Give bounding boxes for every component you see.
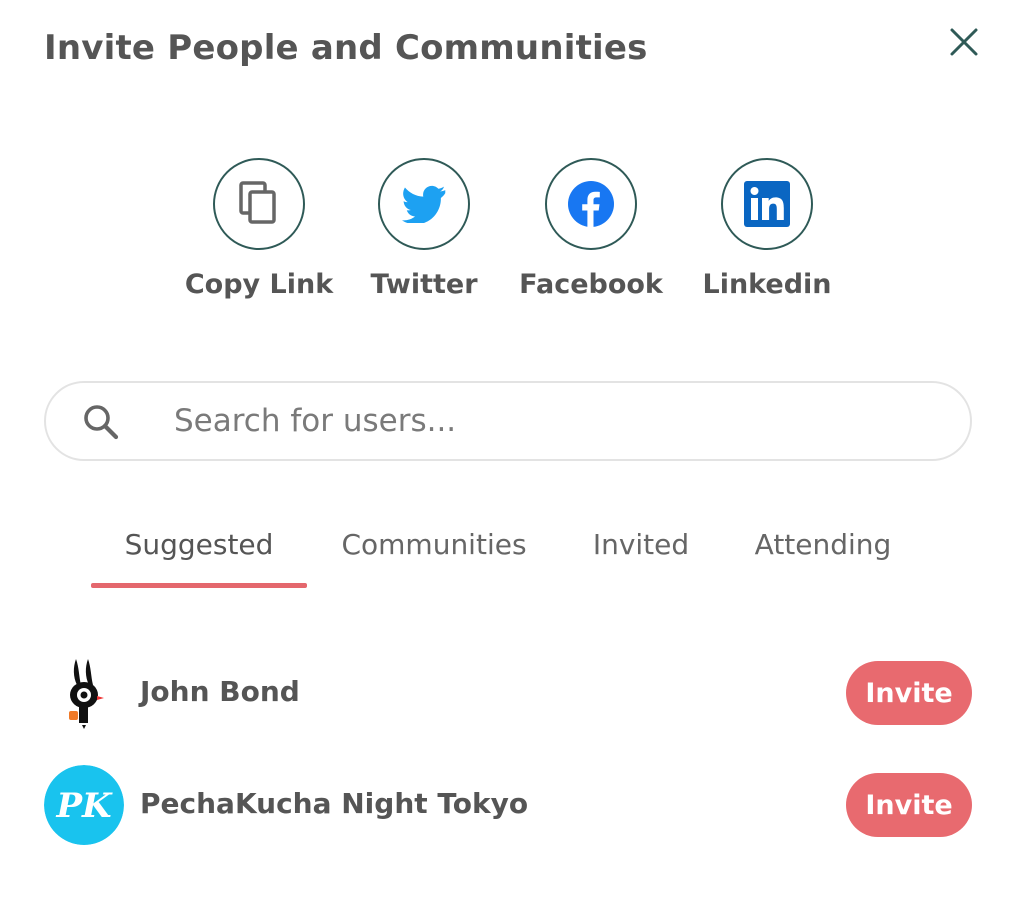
share-linkedin[interactable]: Linkedin: [687, 158, 847, 300]
user-name[interactable]: PechaKucha Night Tokyo: [140, 787, 528, 820]
close-button[interactable]: [944, 22, 984, 62]
invite-button[interactable]: Invite: [846, 773, 972, 837]
avatar[interactable]: PK: [44, 765, 124, 845]
twitter-icon: [402, 185, 446, 223]
facebook-icon: [568, 181, 614, 227]
copy-icon: [239, 181, 276, 224]
search-icon: [84, 405, 119, 440]
search-box[interactable]: [44, 381, 972, 461]
user-name[interactable]: John Bond: [140, 675, 300, 708]
avatar-initials: PK: [55, 786, 113, 826]
tab-bar: Suggested Communities Invited Attending: [0, 520, 1014, 590]
close-icon: [950, 28, 978, 56]
active-tab-indicator: [91, 583, 307, 588]
share-circle[interactable]: [721, 158, 813, 250]
invite-button[interactable]: Invite: [846, 661, 972, 725]
linkedin-icon: [744, 181, 790, 227]
share-label: Facebook: [519, 269, 663, 300]
share-circle[interactable]: [545, 158, 637, 250]
share-label: Linkedin: [702, 269, 832, 300]
tab-invited[interactable]: Invited: [593, 528, 689, 561]
share-twitter[interactable]: Twitter: [344, 158, 504, 300]
list-item: PK PechaKucha Night Tokyo Invite: [44, 765, 972, 845]
list-item: John Bond Invite: [44, 653, 972, 733]
share-circle[interactable]: [378, 158, 470, 250]
pk-avatar: PK: [44, 765, 124, 845]
search-input[interactable]: [174, 397, 934, 445]
share-options: Copy Link Twitter Facebook Linkedin: [0, 158, 1014, 318]
share-label: Copy Link: [184, 269, 334, 300]
share-copy-link[interactable]: Copy Link: [179, 158, 339, 300]
invite-dialog: Invite People and Communities Copy Link: [0, 0, 1014, 919]
avatar[interactable]: [44, 653, 124, 733]
share-label: Twitter: [370, 269, 478, 300]
tab-attending[interactable]: Attending: [755, 528, 892, 561]
tab-suggested[interactable]: Suggested: [125, 528, 274, 561]
rabbit-avatar-icon: [44, 653, 124, 733]
dialog-title: Invite People and Communities: [44, 28, 648, 68]
share-facebook[interactable]: Facebook: [511, 158, 671, 300]
share-circle[interactable]: [213, 158, 305, 250]
tab-communities[interactable]: Communities: [341, 528, 526, 561]
